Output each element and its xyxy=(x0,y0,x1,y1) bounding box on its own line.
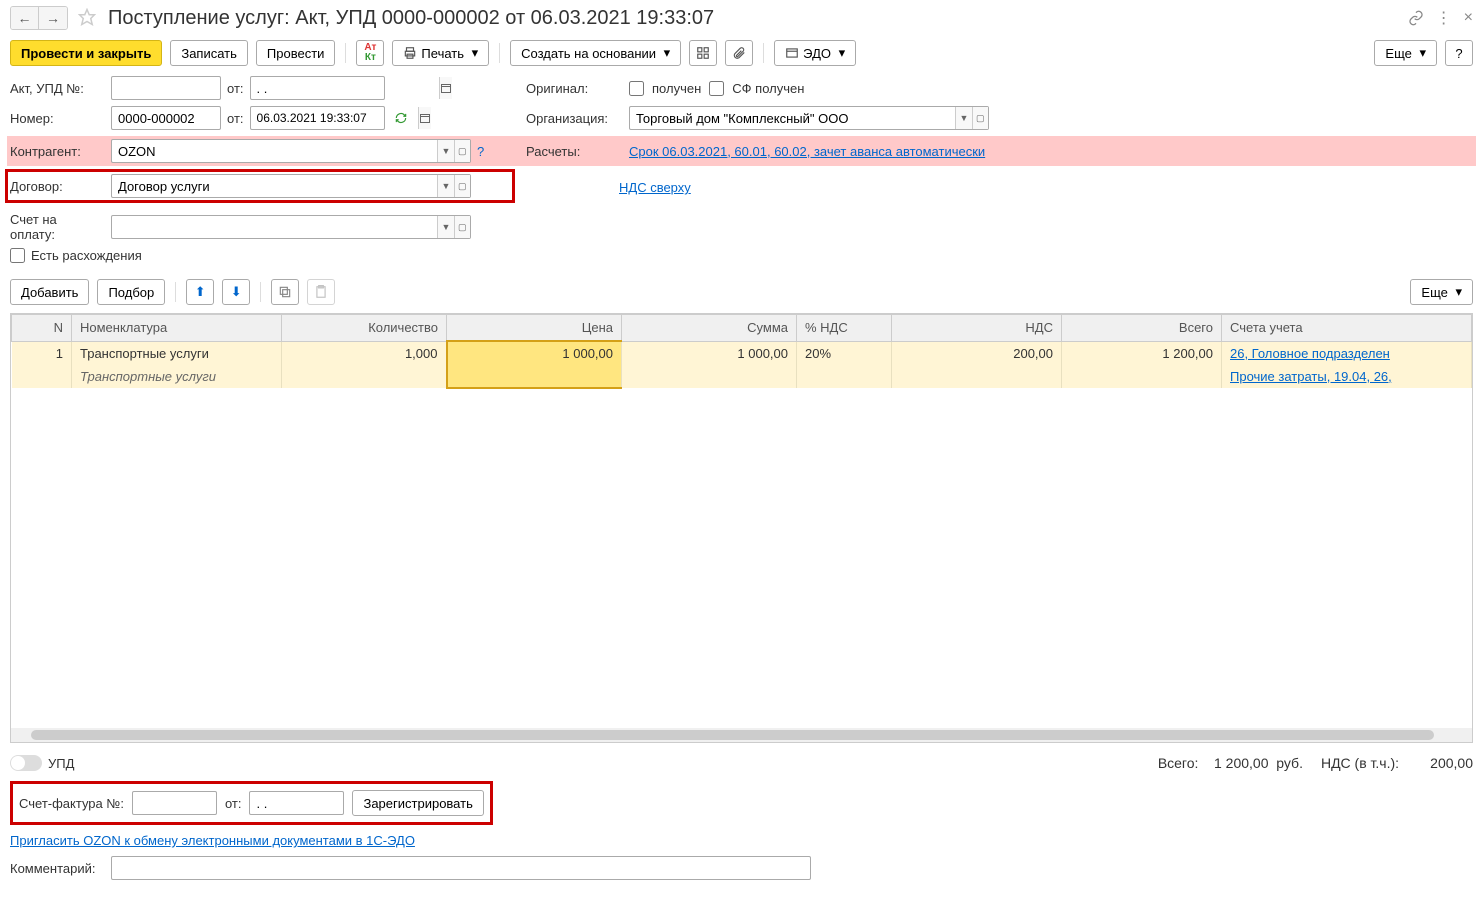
more-menu-icon[interactable]: ⋮ xyxy=(1436,8,1452,28)
sf-received-label: СФ получен xyxy=(732,81,804,96)
contractor-label: Контрагент: xyxy=(10,144,105,159)
col-vat[interactable]: НДС xyxy=(892,315,1062,342)
settle-label: Расчеты: xyxy=(526,144,621,159)
dropdown-icon[interactable]: ▼ xyxy=(437,216,453,238)
table-header-row: N Номенклатура Количество Цена Сумма % Н… xyxy=(12,315,1472,342)
cell-price[interactable]: 1 000,00 xyxy=(447,341,622,388)
contract-input[interactable] xyxy=(112,175,437,197)
calendar-icon[interactable] xyxy=(439,77,452,99)
cell-n[interactable]: 1 xyxy=(12,341,72,388)
cell-nom-sub[interactable]: Транспортные услуги xyxy=(72,365,282,388)
dropdown-icon[interactable]: ▼ xyxy=(955,107,971,129)
upd-label: УПД xyxy=(48,756,74,771)
invite-edo-link[interactable]: Пригласить OZON к обмену электронными до… xyxy=(10,833,415,848)
col-nom[interactable]: Номенклатура xyxy=(72,315,282,342)
table-more-button[interactable]: Еще ▾ xyxy=(1410,279,1473,305)
register-button[interactable]: Зарегистрировать xyxy=(352,790,483,816)
vat-incl-value: 200,00 xyxy=(1430,755,1473,771)
col-n[interactable]: N xyxy=(12,315,72,342)
paste-button[interactable] xyxy=(307,279,335,305)
create-based-button[interactable]: Создать на основании ▾ xyxy=(510,40,681,66)
help-button[interactable]: ? xyxy=(1445,40,1473,66)
discrepancy-label: Есть расхождения xyxy=(31,248,142,263)
dropdown-icon[interactable]: ▼ xyxy=(437,175,453,197)
dropdown-icon[interactable]: ▼ xyxy=(437,140,453,162)
comment-label: Комментарий: xyxy=(10,861,105,876)
move-up-button[interactable]: ⬆ xyxy=(186,279,214,305)
invoice-label: Счет на оплату: xyxy=(10,212,105,242)
received-label: получен xyxy=(652,81,701,96)
nav-back[interactable]: ← xyxy=(11,7,39,29)
print-button[interactable]: Печать ▾ xyxy=(392,40,489,66)
vat-incl-label: НДС (в т.ч.): xyxy=(1321,755,1399,771)
col-vatrate[interactable]: % НДС xyxy=(797,315,892,342)
col-acc[interactable]: Счета учета xyxy=(1222,315,1472,342)
move-down-button[interactable]: ⬇ xyxy=(222,279,250,305)
from-label: от: xyxy=(227,81,244,96)
upd-toggle[interactable] xyxy=(10,755,42,771)
open-icon[interactable]: ▢ xyxy=(454,140,470,162)
cell-nom[interactable]: Транспортные услуги xyxy=(72,341,282,365)
contract-label: Договор: xyxy=(10,179,105,194)
calendar-icon-2[interactable] xyxy=(418,107,431,129)
number-label: Номер: xyxy=(10,111,105,126)
vat-mode-link[interactable]: НДС сверху xyxy=(619,180,691,195)
edo-button[interactable]: ЭДО ▾ xyxy=(774,40,856,66)
copy-button[interactable] xyxy=(271,279,299,305)
post-and-close-button[interactable]: Провести и закрыть xyxy=(10,40,162,66)
col-price[interactable]: Цена xyxy=(447,315,622,342)
link-icon[interactable] xyxy=(1408,10,1424,26)
cell-acc1[interactable]: 26, Головное подразделен xyxy=(1222,341,1472,365)
more-button[interactable]: Еще ▾ xyxy=(1374,40,1437,66)
settle-link[interactable]: Срок 06.03.2021, 60.01, 60.02, зачет ава… xyxy=(629,144,985,159)
contractor-input[interactable] xyxy=(112,140,437,162)
favorite-star-icon[interactable] xyxy=(78,8,98,28)
currency: руб. xyxy=(1276,755,1303,771)
total-value: 1 200,00 xyxy=(1214,755,1269,771)
original-label: Оригинал: xyxy=(526,81,621,96)
sf-received-checkbox[interactable] xyxy=(709,81,724,96)
dt-kt-button[interactable]: АтКт xyxy=(356,40,384,66)
col-sum[interactable]: Сумма xyxy=(622,315,797,342)
act-date-input[interactable] xyxy=(251,77,439,99)
horizontal-scrollbar[interactable] xyxy=(11,728,1472,742)
table-row[interactable]: 1 Транспортные услуги 1,000 1 000,00 1 0… xyxy=(12,341,1472,365)
org-label: Организация: xyxy=(526,111,621,126)
refresh-icon[interactable] xyxy=(391,108,411,128)
cell-sum[interactable]: 1 000,00 xyxy=(622,341,797,388)
total-label: Всего: xyxy=(1158,755,1199,771)
open-icon[interactable]: ▢ xyxy=(454,175,470,197)
invoice-input[interactable] xyxy=(112,216,437,238)
cell-vatrate[interactable]: 20% xyxy=(797,341,892,388)
nav-forward[interactable]: → xyxy=(39,7,67,29)
discrepancy-checkbox[interactable] xyxy=(10,248,25,263)
comment-input[interactable] xyxy=(112,857,810,879)
cell-vat[interactable]: 200,00 xyxy=(892,341,1062,388)
received-checkbox[interactable] xyxy=(629,81,644,96)
select-button[interactable]: Подбор xyxy=(97,279,165,305)
cell-total[interactable]: 1 200,00 xyxy=(1062,341,1222,388)
open-icon[interactable]: ▢ xyxy=(972,107,988,129)
add-button[interactable]: Добавить xyxy=(10,279,89,305)
col-qty[interactable]: Количество xyxy=(282,315,447,342)
cell-acc2[interactable]: Прочие затраты, 19.04, 26, xyxy=(1222,365,1472,388)
structure-button[interactable] xyxy=(689,40,717,66)
window-title: Поступление услуг: Акт, УПД 0000-000002 … xyxy=(108,7,714,30)
col-total[interactable]: Всего xyxy=(1062,315,1222,342)
sf-from-label: от: xyxy=(225,796,242,811)
close-icon[interactable]: × xyxy=(1464,9,1473,27)
post-button[interactable]: Провести xyxy=(256,40,336,66)
attach-button[interactable] xyxy=(725,40,753,66)
save-button[interactable]: Записать xyxy=(170,40,248,66)
org-input[interactable] xyxy=(630,107,955,129)
contractor-help-icon[interactable]: ? xyxy=(477,144,484,159)
from-label-2: от: xyxy=(227,111,244,126)
cell-qty[interactable]: 1,000 xyxy=(282,341,447,388)
open-icon[interactable]: ▢ xyxy=(454,216,470,238)
sf-label: Счет-фактура №: xyxy=(19,796,124,811)
act-label: Акт, УПД №: xyxy=(10,81,105,96)
